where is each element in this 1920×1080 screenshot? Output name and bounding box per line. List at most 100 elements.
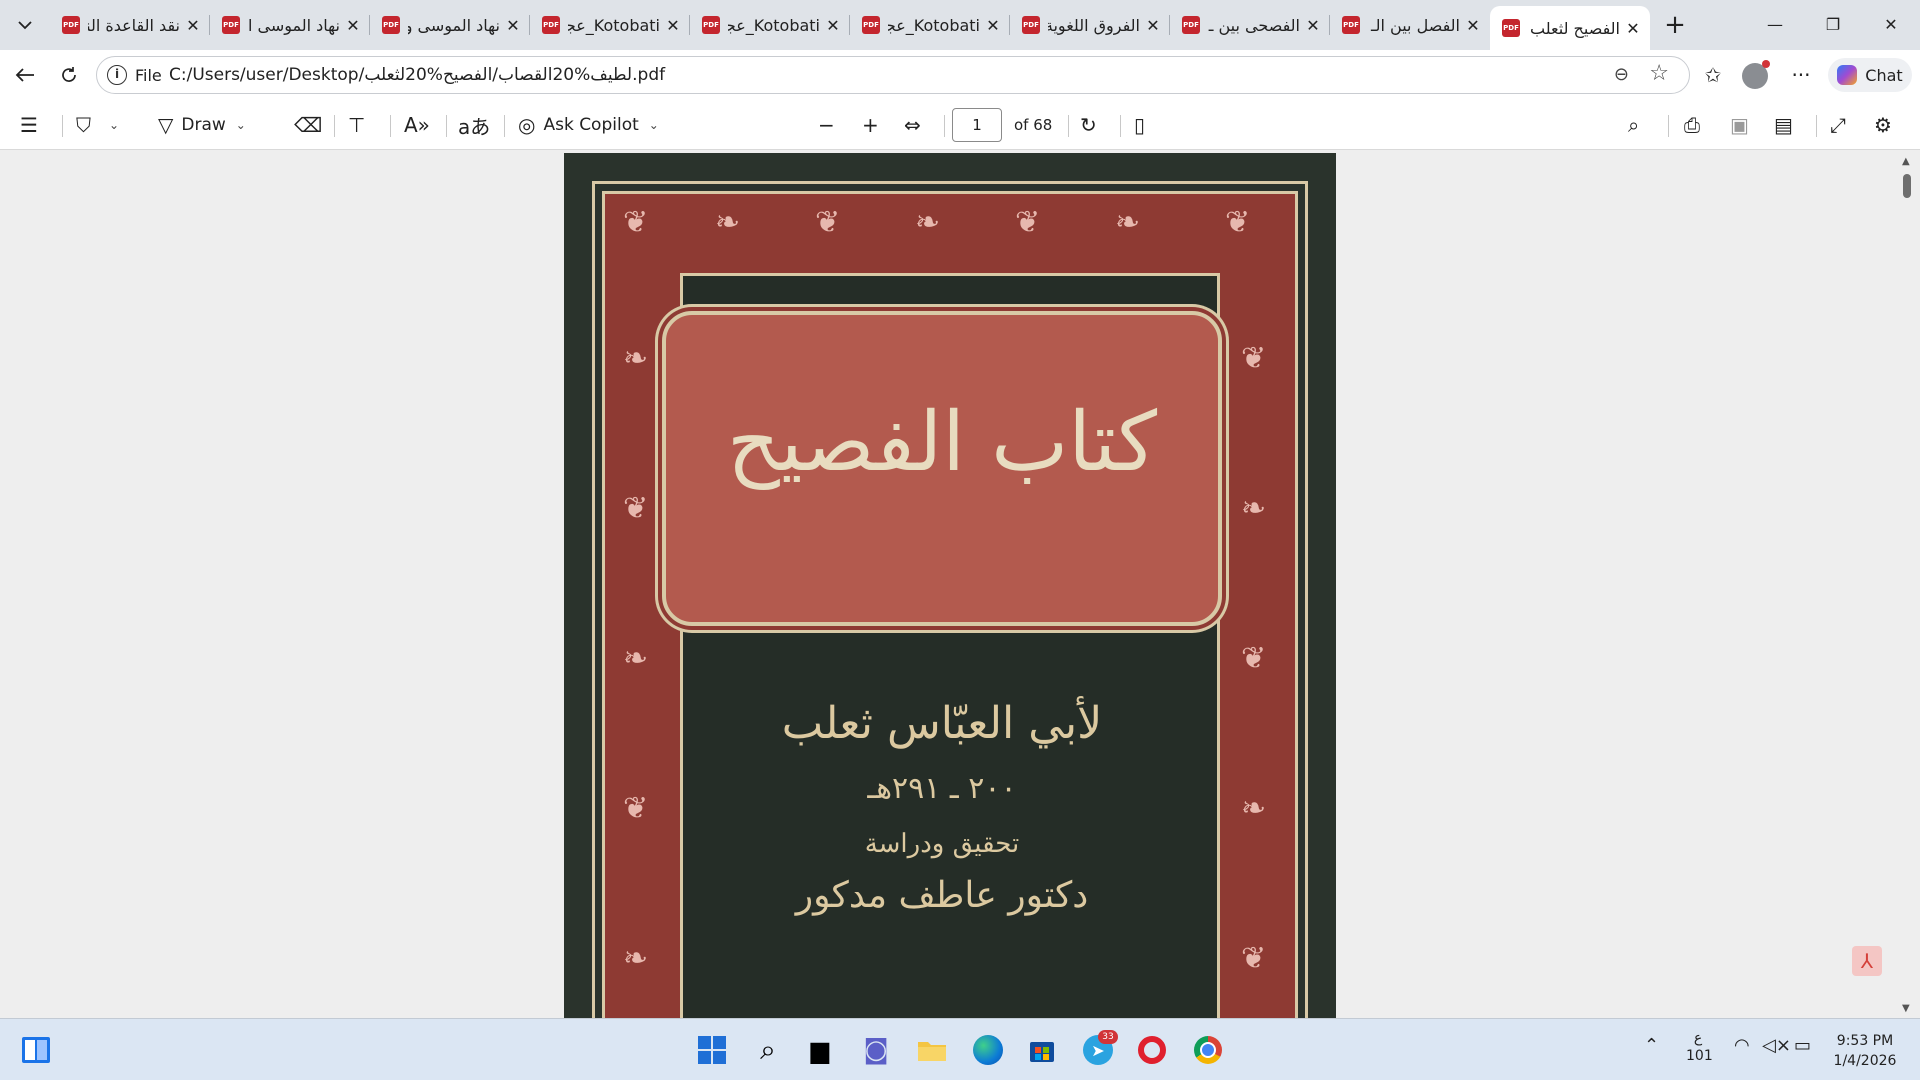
rotate-button[interactable]: ↻ [1080, 110, 1105, 140]
fullscreen-button[interactable]: ⤢ [1830, 110, 1854, 140]
page-number-input[interactable]: 1 [952, 108, 1002, 142]
pdf-viewer[interactable]: ❦ ❧ ❦ ❧ ❦ ❧ ❦ ❧ ❦ ❧ ❦ ❧ ❦ ❧ ❦ ❧ ❦ كتاب ا… [0, 150, 1920, 1018]
input-method-indicator[interactable]: ع 101 [1686, 1029, 1713, 1065]
tab-4[interactable]: PDF Kotobati_عجاز ✕ [530, 6, 690, 44]
pen-icon: ▽ [158, 113, 174, 137]
vertical-scrollbar[interactable]: ▲ ▼ [1898, 152, 1916, 1018]
file-explorer-button[interactable] [910, 1028, 954, 1072]
find-button[interactable]: ⌕ [1628, 110, 1647, 140]
zoom-out-button[interactable]: − [818, 110, 843, 140]
chevron-down-icon[interactable]: ⌄ [236, 118, 246, 132]
read-aloud-icon: A» [404, 113, 430, 137]
tab-8[interactable]: PDF الفصحى بين ـ ✕ [1170, 6, 1330, 44]
close-icon[interactable]: ✕ [1144, 16, 1162, 35]
close-icon[interactable]: ✕ [1624, 19, 1642, 38]
close-icon[interactable]: ✕ [664, 16, 682, 35]
minus-icon: − [818, 113, 835, 137]
zoom-in-button[interactable]: + [862, 110, 887, 140]
draw-button[interactable]: ▽ Draw ⌄ [158, 110, 246, 140]
translate-button[interactable]: aあ [458, 110, 498, 140]
tab-7[interactable]: PDF الفروق اللغوية ✕ [1010, 6, 1170, 44]
close-window-button[interactable]: ✕ [1862, 0, 1920, 48]
scroll-up-arrow-icon[interactable]: ▲ [1902, 156, 1910, 167]
chrome-button[interactable] [1186, 1028, 1230, 1072]
add-text-button[interactable]: ⊤ [348, 110, 373, 140]
back-button[interactable] [8, 58, 42, 92]
erase-button[interactable]: ⌫ [294, 110, 330, 140]
tab-strip: PDF نقد القاعدة النـ ✕ PDF نهاد الموسى ا… [0, 0, 1920, 50]
tab-6[interactable]: PDF Kotobati_عجاز ✕ [850, 6, 1010, 44]
copilot-icon [1837, 65, 1858, 85]
toolbar-divider [504, 115, 505, 137]
tab-actions-menu-button[interactable] [8, 8, 42, 42]
tab-9[interactable]: PDF الفصل بين الـ ✕ [1330, 6, 1490, 44]
minimize-button[interactable]: — [1746, 0, 1804, 48]
speaker-muted-icon[interactable]: ◁× [1762, 1035, 1791, 1056]
scroll-down-arrow-icon[interactable]: ▼ [1902, 1003, 1910, 1014]
address-bar[interactable]: i File C:/Users/user/Desktop/لطيف%20القص… [96, 56, 1690, 94]
pdf-file-icon: PDF [1182, 16, 1200, 34]
edge-browser-button[interactable] [966, 1028, 1010, 1072]
close-icon[interactable]: ✕ [1304, 16, 1322, 35]
close-icon[interactable]: ✕ [984, 16, 1002, 35]
page-view-button[interactable]: ▯ [1134, 110, 1153, 140]
info-icon[interactable]: i [107, 65, 127, 85]
print-button[interactable]: ⎙ [1684, 110, 1708, 140]
close-icon[interactable]: ✕ [1464, 16, 1482, 35]
tab-title: الفروق اللغوية [1048, 15, 1140, 35]
scrollbar-thumb[interactable] [1903, 174, 1911, 198]
chat-label: Chat [1865, 65, 1903, 85]
favorite-star-icon[interactable]: ☆ [1649, 61, 1669, 86]
task-view-button[interactable]: ▆ [798, 1028, 842, 1072]
ask-copilot-button[interactable]: ◎ Ask Copilot ⌄ [518, 110, 659, 140]
pdf-settings-button[interactable]: ⚙ [1874, 110, 1900, 140]
printer-icon: ⎙ [1684, 113, 1700, 137]
chat-app-button[interactable]: ◙ [854, 1028, 898, 1072]
eraser-icon: ⌫ [294, 113, 323, 137]
start-button[interactable] [690, 1028, 734, 1072]
tab-10-active[interactable]: PDF الفصيح لثعلب ✕ [1490, 6, 1650, 50]
fit-width-button[interactable]: ⇔ [904, 110, 929, 140]
contents-button[interactable]: ☰ [20, 110, 46, 140]
toolbar-divider [1068, 115, 1069, 137]
close-icon[interactable]: ✕ [824, 16, 842, 35]
telegram-button[interactable]: ➤ 33 [1076, 1028, 1120, 1072]
system-clock[interactable]: 9:53 PM 1/4/2026 [1820, 1031, 1910, 1071]
save-button[interactable]: ▣ [1730, 110, 1757, 140]
pdf-file-icon: PDF [702, 16, 720, 34]
read-aloud-button[interactable]: A» [404, 110, 438, 140]
battery-icon[interactable]: ▭ [1794, 1035, 1811, 1056]
chevron-down-icon[interactable]: ⌄ [649, 118, 659, 132]
restore-button[interactable]: ❐ [1804, 0, 1862, 48]
url-text[interactable]: C:/Users/user/Desktop/لطيف%20القصاب/الفص… [169, 65, 665, 85]
more-menu-button[interactable]: ··· [1784, 58, 1818, 92]
list-icon: ☰ [20, 113, 38, 137]
widgets-button[interactable] [14, 1028, 58, 1072]
close-icon[interactable]: ✕ [504, 16, 522, 35]
close-icon[interactable]: ✕ [184, 16, 202, 35]
store-button[interactable] [1020, 1028, 1064, 1072]
save-as-button[interactable]: ▤ [1774, 110, 1801, 140]
tab-2[interactable]: PDF نهاد الموسى الـ ✕ [210, 6, 370, 44]
edge-icon [973, 1035, 1003, 1065]
highlight-button[interactable]: ⛉ ⌄ [76, 110, 119, 140]
tab-5[interactable]: PDF Kotobati_عجاز ✕ [690, 6, 850, 44]
new-tab-button[interactable]: + [1657, 8, 1693, 42]
favorites-button[interactable]: ✩ [1696, 58, 1730, 92]
acrobat-icon[interactable]: ⅄ [1852, 946, 1882, 976]
close-icon[interactable]: ✕ [344, 16, 362, 35]
show-hidden-icons-chevron-icon[interactable]: ⌃ [1644, 1035, 1659, 1056]
draw-label: Draw [181, 115, 226, 135]
wifi-icon[interactable]: ◠ [1734, 1035, 1750, 1056]
opera-button[interactable] [1130, 1028, 1174, 1072]
ornament: ❦ [1225, 205, 1251, 240]
refresh-button[interactable] [52, 58, 86, 92]
chevron-down-icon[interactable]: ⌄ [109, 118, 119, 132]
clock-date: 1/4/2026 [1833, 1053, 1897, 1069]
tab-1[interactable]: PDF نقد القاعدة النـ ✕ [50, 6, 210, 44]
copilot-chat-button[interactable]: Chat [1828, 58, 1912, 92]
tab-3[interactable]: PDF نهاد الموسى و ✕ [370, 6, 530, 44]
tab-title: نهاد الموسى و [408, 15, 500, 35]
search-button[interactable]: ⌕ [746, 1028, 790, 1072]
zoom-out-icon[interactable]: ⊖ [1614, 64, 1629, 85]
